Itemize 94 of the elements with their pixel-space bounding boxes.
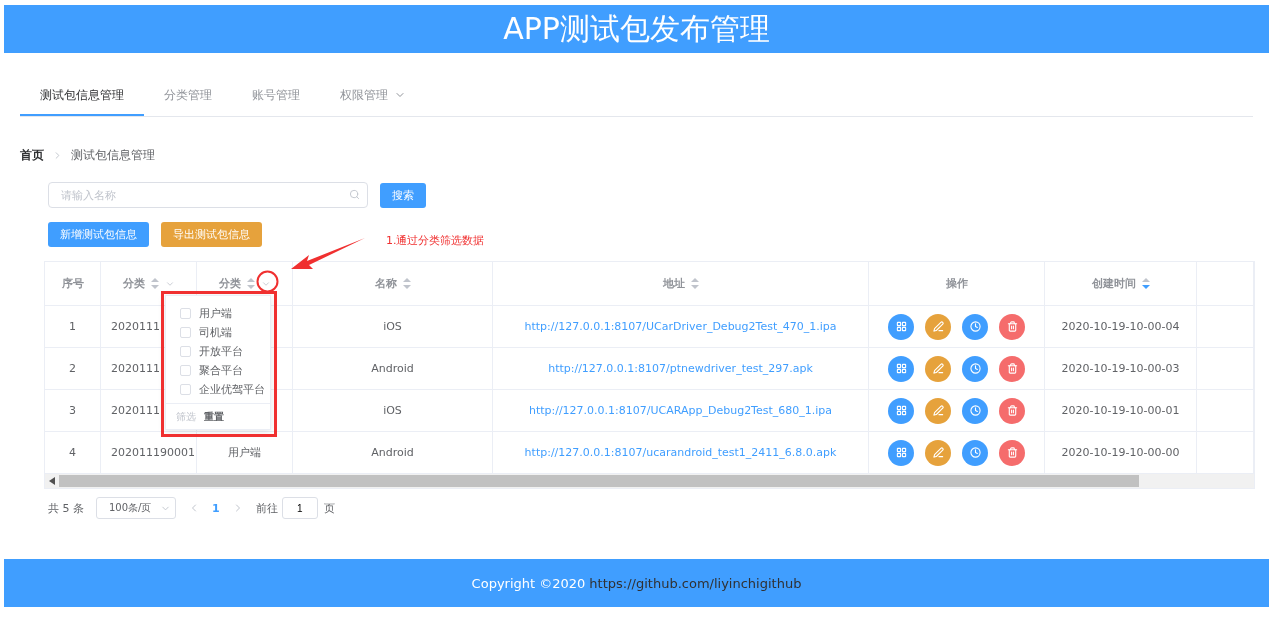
table-cell: 2020111: [111, 362, 160, 375]
table-cell: 2: [69, 362, 76, 375]
sort-icon[interactable]: [246, 278, 255, 289]
table-cell: 2020111: [111, 404, 160, 417]
github-link[interactable]: https://github.com/liyinchigithub: [589, 575, 802, 591]
trash-button[interactable]: [999, 397, 1025, 424]
clock-icon: [969, 405, 981, 416]
trash-icon: [1006, 447, 1018, 458]
table-cell: 3: [69, 404, 76, 417]
annotation-circle: [256, 270, 279, 293]
pencil-button[interactable]: [925, 397, 951, 424]
pencil-icon: [932, 405, 944, 416]
filter-option[interactable]: 聚合平台: [166, 361, 270, 380]
sort-icon[interactable]: [690, 278, 699, 289]
table-cell: iOS: [383, 404, 402, 417]
grid-button[interactable]: [888, 355, 914, 382]
column-header: 序号: [61, 276, 84, 291]
grid-icon: [895, 321, 907, 332]
page-number[interactable]: 1: [212, 501, 220, 515]
goto-page-field[interactable]: 1: [281, 497, 318, 519]
grid-icon: [895, 363, 907, 374]
pencil-icon: [932, 321, 944, 332]
add-button[interactable]: 新增测试包信息: [48, 222, 149, 247]
trash-button[interactable]: [999, 439, 1025, 466]
trash-icon: [1006, 405, 1018, 416]
url-link[interactable]: http://127.0.0.1:8107/ptnewdriver_test_297.apk: [548, 362, 813, 375]
nav-tab[interactable]: 分类管理: [144, 76, 232, 116]
table-cell: Android: [371, 446, 414, 459]
breadcrumb-item[interactable]: 首页: [20, 147, 44, 164]
total-count: 共 5 条: [48, 500, 84, 516]
grid-icon: [895, 447, 907, 458]
pencil-icon: [932, 447, 944, 458]
url-link[interactable]: http://127.0.0.1:8107/ucarandroid_test1_2411_6.8.0.apk: [524, 446, 837, 459]
pencil-icon: [932, 363, 944, 374]
clock-button[interactable]: [962, 313, 988, 340]
nav-tab[interactable]: 账号管理: [232, 76, 320, 116]
reset-button[interactable]: 重置: [204, 409, 224, 424]
pencil-button[interactable]: [925, 355, 951, 382]
page-size-select[interactable]: 100条/页: [96, 497, 176, 519]
grid-button[interactable]: [888, 397, 914, 424]
clock-icon: [969, 447, 981, 458]
url-link[interactable]: http://127.0.0.1:8107/UCARApp_Debug2Test_680_1.ipa: [528, 404, 833, 417]
table-cell: 2020-10-19-10-00-04: [1061, 320, 1180, 333]
pencil-button[interactable]: [925, 439, 951, 466]
breadcrumb-item: 测试包信息管理: [71, 147, 155, 164]
export-button[interactable]: 导出测试包信息: [161, 222, 262, 247]
clock-button[interactable]: [962, 439, 988, 466]
search-button[interactable]: 搜索: [380, 182, 426, 208]
horizontal-scrollbar[interactable]: [45, 474, 1254, 488]
table-cell: iOS: [383, 320, 402, 333]
table-cell: 2020-10-19-10-00-00: [1061, 446, 1180, 459]
trash-icon: [1006, 363, 1018, 374]
table-cell: 用户端: [228, 445, 261, 460]
clock-icon: [969, 321, 981, 332]
sort-icon[interactable]: [402, 278, 411, 289]
search-icon: [349, 189, 360, 200]
annotation-text: 1.通过分类筛选数据: [386, 233, 485, 248]
page-title: APP测试包发布管理: [503, 9, 770, 48]
column-header[interactable]: 创建时间: [1091, 276, 1136, 291]
table-cell: 2020-10-19-10-00-03: [1061, 362, 1180, 375]
nav-tab[interactable]: 测试包信息管理: [20, 76, 144, 116]
sort-icon[interactable]: [150, 278, 159, 289]
filter-option[interactable]: 企业优驾平台: [166, 380, 270, 399]
grid-button[interactable]: [888, 439, 914, 466]
table-cell: 1: [69, 320, 76, 333]
trash-icon: [1006, 321, 1018, 332]
nav-tab[interactable]: 权限管理: [320, 76, 426, 116]
trash-button[interactable]: [999, 313, 1025, 340]
table-cell: 4: [69, 446, 76, 459]
column-header[interactable]: 分类: [122, 276, 145, 291]
column-header[interactable]: 名称: [374, 276, 397, 291]
copyright-text: Copyright ©2020: [471, 575, 586, 591]
url-link[interactable]: http://127.0.0.1:8107/UCarDriver_Debug2Test_470_1.ipa: [524, 320, 837, 333]
column-header: 操作: [945, 276, 968, 291]
scroll-left-icon[interactable]: [49, 477, 55, 485]
page-suffix: 页: [323, 500, 335, 516]
trash-button[interactable]: [999, 355, 1025, 382]
column-header[interactable]: 分类: [218, 276, 241, 291]
goto-label: 前往: [255, 500, 278, 516]
filter-option[interactable]: 用户端: [166, 304, 270, 323]
table-cell: Android: [371, 362, 414, 375]
clock-button[interactable]: [962, 397, 988, 424]
sort-icon[interactable]: [1141, 278, 1150, 289]
pencil-button[interactable]: [925, 313, 951, 340]
clock-button[interactable]: [962, 355, 988, 382]
table-cell: 2020-10-19-10-00-01: [1061, 404, 1180, 417]
grid-icon: [895, 405, 907, 416]
column-header[interactable]: 地址: [662, 276, 685, 291]
grid-button[interactable]: [888, 313, 914, 340]
filter-option[interactable]: 司机端: [166, 323, 270, 342]
clock-icon: [969, 363, 981, 374]
table-cell: 202011190001: [111, 446, 195, 459]
filter-option[interactable]: 开放平台: [166, 342, 270, 361]
table-cell: 2020111: [111, 320, 160, 333]
